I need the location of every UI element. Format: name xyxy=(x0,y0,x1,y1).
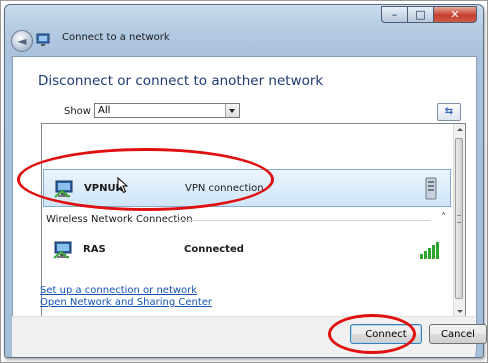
refresh-icon: ⇆ xyxy=(444,106,454,117)
screenshot-frame: – □ ✕ ◄ Connect to a network Disconnect … xyxy=(0,0,488,363)
list-item-ras[interactable]: RAS Connected xyxy=(43,231,451,271)
refresh-button[interactable]: ⇆ xyxy=(437,103,461,121)
vpn-type: VPN connection xyxy=(185,183,264,194)
setup-connection-link[interactable]: Set up a connection or network xyxy=(40,285,197,296)
cancel-button[interactable]: Cancel xyxy=(429,324,487,344)
server-icon xyxy=(425,177,437,200)
dialog-window: – □ ✕ ◄ Connect to a network Disconnect … xyxy=(4,4,487,358)
vpn-network-icon xyxy=(54,180,73,198)
list-item-vpn[interactable]: VPNUK VPN connection xyxy=(43,169,451,207)
network-sharing-center-link[interactable]: Open Network and Sharing Center xyxy=(40,297,212,308)
minimize-icon: – xyxy=(391,8,398,21)
grip-icon xyxy=(457,215,461,223)
mouse-cursor-icon xyxy=(117,177,128,194)
arrow-left-icon: ◄ xyxy=(17,33,27,48)
chevron-up-icon[interactable]: ˄ xyxy=(441,212,446,223)
show-label: Show xyxy=(64,106,91,117)
page-heading: Disconnect or connect to another network xyxy=(38,73,324,89)
close-icon: ✕ xyxy=(450,8,460,21)
scroll-thumb[interactable] xyxy=(455,138,463,299)
close-button[interactable]: ✕ xyxy=(433,6,477,23)
content-area: Disconnect or connect to another network… xyxy=(12,56,477,351)
network-connection-icon xyxy=(53,241,72,259)
show-dropdown-value: All xyxy=(98,105,111,116)
back-button[interactable]: ◄ xyxy=(11,30,33,52)
maximize-button[interactable]: □ xyxy=(407,6,433,23)
button-bar: Connect Cancel xyxy=(12,316,487,357)
maximize-icon: □ xyxy=(415,8,426,21)
ras-status: Connected xyxy=(184,244,244,255)
title-bar: – □ ✕ ◄ Connect to a network xyxy=(5,5,483,57)
window-controls: – □ ✕ xyxy=(381,6,477,23)
chevron-down-icon xyxy=(225,104,239,117)
show-dropdown[interactable]: All xyxy=(94,103,240,118)
minimize-button[interactable]: – xyxy=(381,6,407,23)
network-icon xyxy=(36,33,50,46)
scrollbar[interactable] xyxy=(453,124,465,317)
signal-strength-icon xyxy=(420,242,439,259)
ras-name: RAS xyxy=(83,244,106,255)
window-title: Connect to a network xyxy=(62,32,170,43)
group-divider xyxy=(174,220,430,221)
scroll-up-icon[interactable] xyxy=(454,124,465,135)
group-header-wireless[interactable]: Wireless Network Connection ˄ xyxy=(46,212,450,227)
connect-button[interactable]: Connect xyxy=(350,324,422,344)
